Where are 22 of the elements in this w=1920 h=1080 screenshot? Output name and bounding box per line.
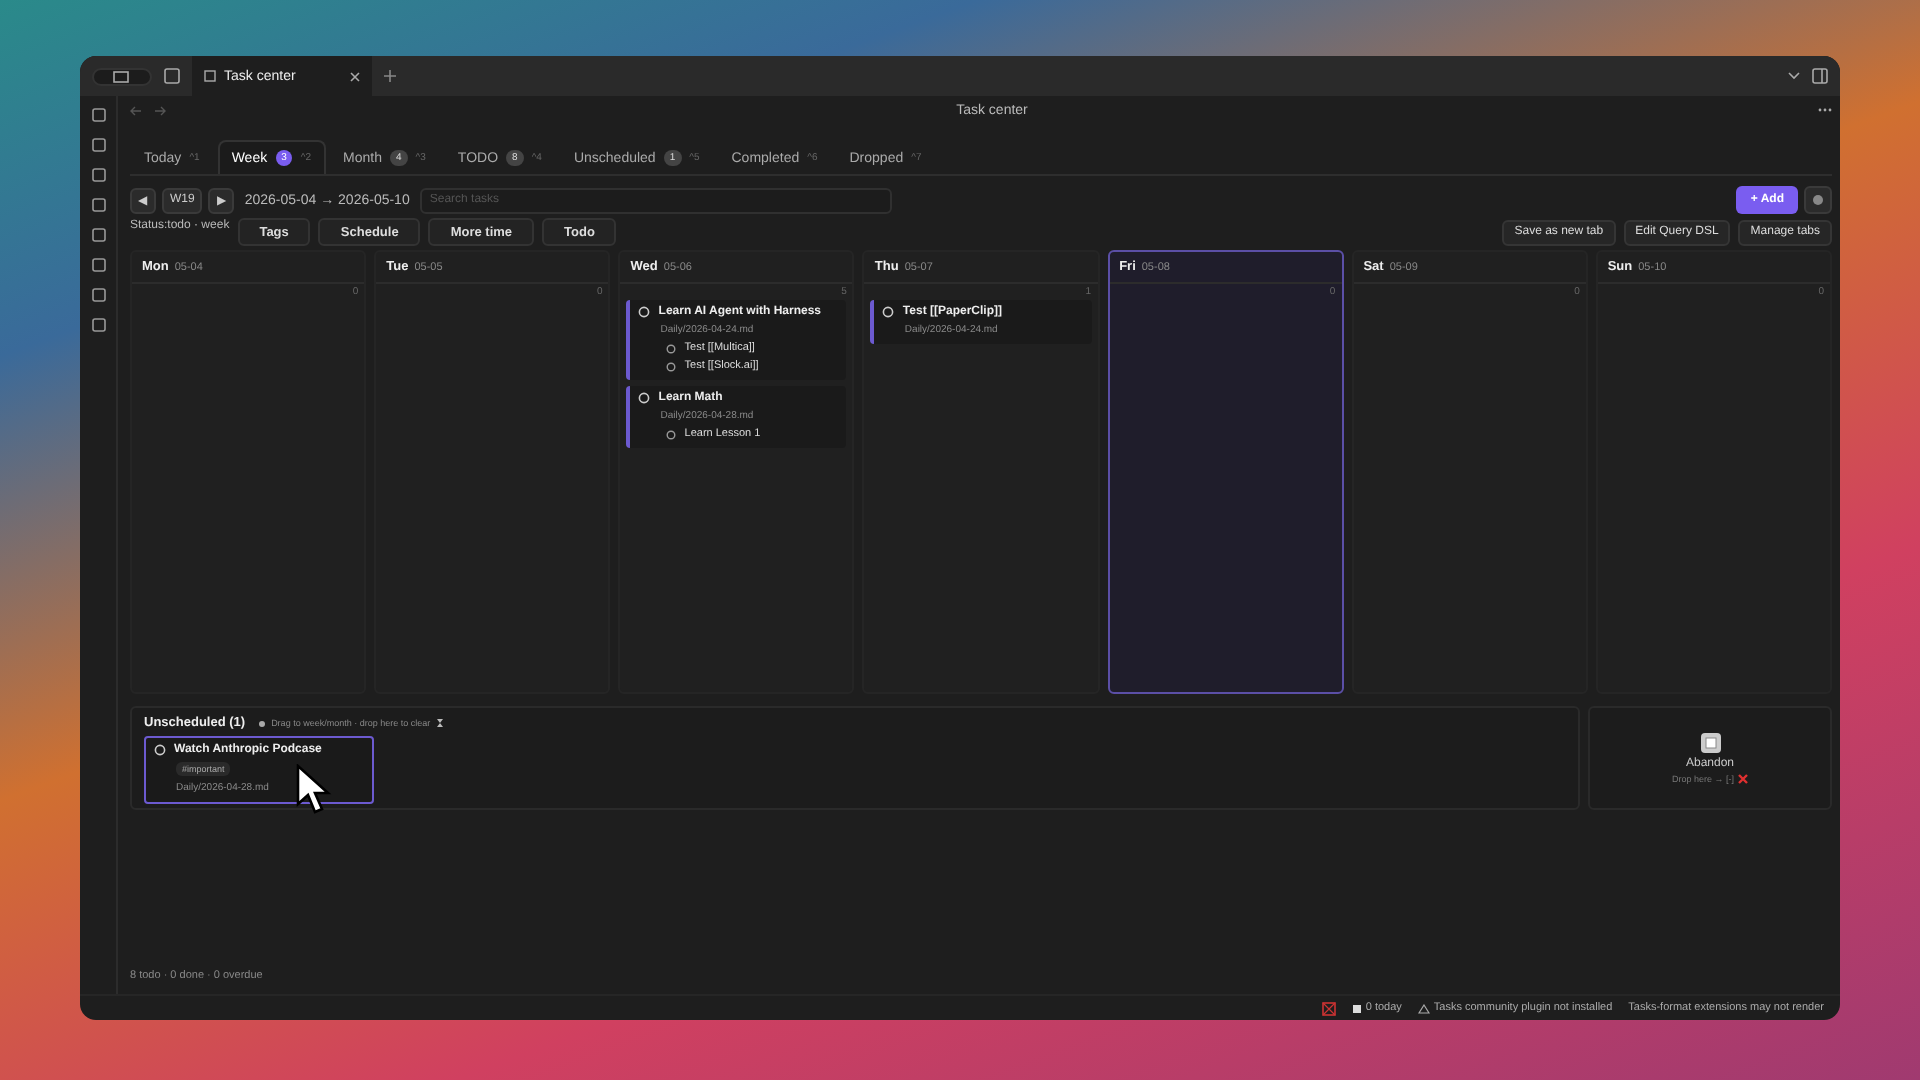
sidebar-icon[interactable] — [1812, 68, 1828, 84]
document-icon — [204, 70, 216, 82]
task-checkbox[interactable] — [882, 306, 895, 318]
warning-icon — [1417, 1003, 1430, 1013]
task-checkbox[interactable] — [154, 744, 166, 756]
checkbox-icon — [1351, 1003, 1362, 1013]
hourglass-icon — [436, 718, 445, 728]
close-icon[interactable] — [350, 71, 360, 81]
task-checkbox[interactable] — [638, 306, 651, 318]
settings-button[interactable] — [1804, 186, 1832, 214]
add-tab-icon[interactable] — [384, 70, 396, 82]
drag-dot-icon — [257, 719, 266, 727]
cross-icon — [1738, 774, 1748, 784]
subtask-checkbox[interactable] — [666, 361, 677, 371]
stop-icon — [1699, 732, 1721, 754]
panel-icon[interactable] — [164, 68, 180, 84]
task-checkbox[interactable] — [638, 392, 651, 404]
sidebar-toggle-icon[interactable] — [92, 67, 152, 85]
subtask-checkbox[interactable] — [666, 343, 677, 353]
mouse-pointer-icon — [296, 764, 336, 816]
chevron-down-icon[interactable] — [1788, 72, 1800, 80]
subtask-checkbox[interactable] — [666, 429, 677, 439]
